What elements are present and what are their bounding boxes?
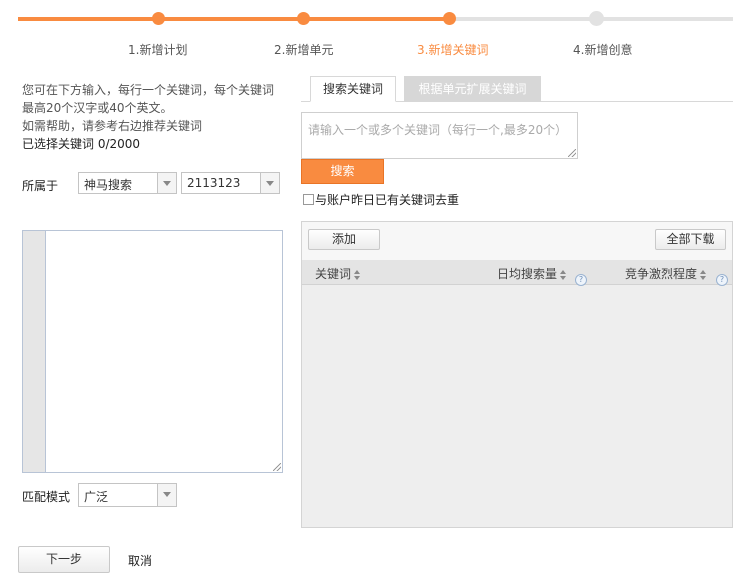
instruction-line-3: 如需帮助，请参考右边推荐关键词: [22, 119, 203, 133]
keyword-search-input[interactable]: 请输入一个或多个关键词（每行一个,最多20个）: [301, 112, 578, 159]
unit-select-value: 2113123: [187, 176, 241, 190]
step-label-3: 3.新增关键词: [417, 43, 489, 57]
cancel-link[interactable]: 取消: [128, 552, 152, 569]
engine-select[interactable]: 神马搜索: [78, 172, 177, 194]
keyword-instructions: 您可在下方输入，每行一个关键词，每个关键词 最高20个汉字或40个英文。 如需帮…: [22, 81, 274, 153]
column-daily-searches[interactable]: 日均搜索量: [497, 265, 567, 282]
results-header: 关键词 日均搜索量 ? 竞争激烈程度 ?: [302, 260, 732, 286]
sort-icon[interactable]: [700, 269, 707, 280]
progress-dot-3: [443, 12, 456, 25]
search-button[interactable]: 搜索: [301, 159, 384, 184]
column-competition-label: 竞争激烈程度: [625, 267, 698, 281]
progress-dot-2: [297, 12, 310, 25]
step-label-2: 2.新增单元: [274, 43, 334, 57]
match-mode-value: 广泛: [84, 490, 109, 504]
line-number-gutter: [23, 231, 46, 472]
keyword-search-placeholder: 请输入一个或多个关键词（每行一个,最多20个）: [308, 123, 568, 137]
chevron-down-icon[interactable]: [260, 173, 279, 193]
dedupe-checkbox[interactable]: [303, 194, 314, 205]
match-mode-select[interactable]: 广泛: [78, 483, 177, 507]
match-mode-label: 匹配模式: [22, 490, 71, 504]
selected-count: 已选择关键词 0/2000: [22, 137, 141, 151]
unit-select[interactable]: 2113123: [181, 172, 280, 194]
help-icon[interactable]: ?: [575, 274, 587, 286]
sort-icon[interactable]: [560, 269, 567, 280]
help-icon[interactable]: ?: [716, 274, 728, 286]
column-keyword[interactable]: 关键词: [315, 265, 361, 282]
download-all-button[interactable]: 全部下载: [655, 229, 726, 250]
column-keyword-label: 关键词: [315, 267, 352, 281]
belongs-label: 所属于: [22, 179, 59, 193]
sort-icon[interactable]: [354, 269, 361, 280]
instruction-line-1: 您可在下方输入，每行一个关键词，每个关键词: [22, 83, 275, 97]
column-daily-searches-label: 日均搜索量: [497, 267, 558, 281]
keyword-results-panel: 添加 全部下载 关键词 日均搜索量 ? 竞争激烈程度 ?: [301, 221, 733, 528]
instruction-line-2: 最高20个汉字或40个英文。: [22, 101, 173, 115]
next-step-button[interactable]: 下一步: [18, 546, 110, 573]
tab-search-keywords[interactable]: 搜索关键词: [310, 76, 396, 102]
column-competition[interactable]: 竞争激烈程度: [625, 265, 707, 282]
progress-dot-1: [152, 12, 165, 25]
keywords-textarea-wrap: [22, 230, 283, 473]
chevron-down-icon[interactable]: [157, 484, 176, 506]
step-label-4: 4.新增创意: [573, 43, 633, 57]
engine-select-value: 神马搜索: [84, 178, 133, 192]
chevron-down-icon[interactable]: [157, 173, 176, 193]
resize-handle-icon[interactable]: [273, 463, 281, 471]
step-label-1: 1.新增计划: [128, 43, 188, 57]
progress-track-done: [18, 17, 450, 21]
results-toolbar: 添加 全部下载: [302, 222, 732, 260]
keywords-textarea[interactable]: [46, 231, 282, 472]
progress-dot-4: [589, 11, 604, 26]
resize-handle-icon[interactable]: [568, 149, 576, 157]
tab-expand-by-unit[interactable]: 根据单元扩展关键词: [404, 76, 541, 102]
add-button[interactable]: 添加: [308, 229, 380, 250]
dedupe-label: 与账户昨日已有关键词去重: [315, 193, 460, 207]
